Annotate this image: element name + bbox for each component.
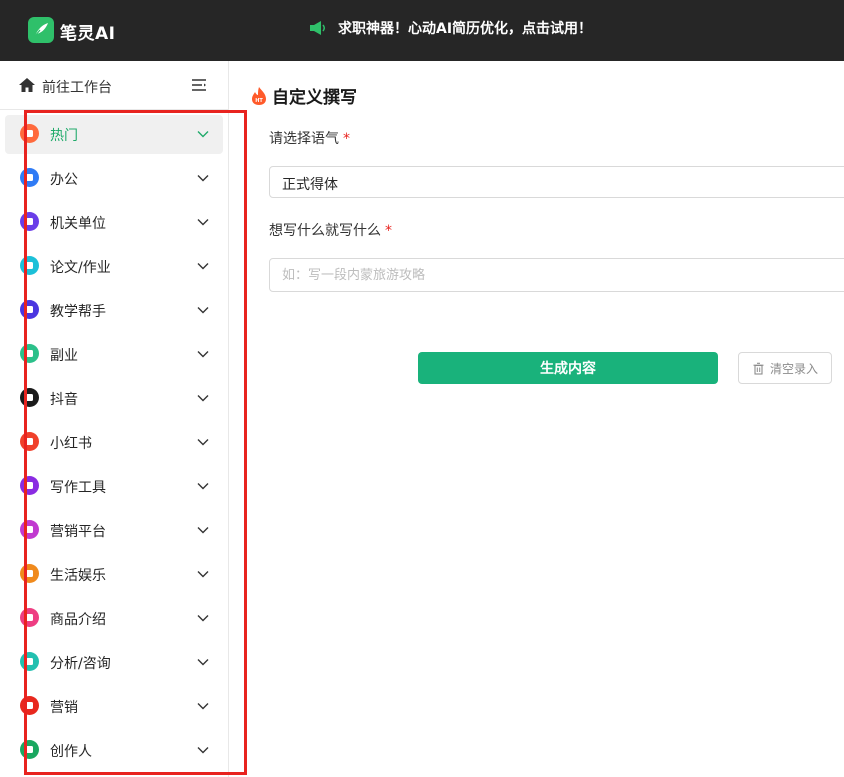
- sidebar-item-label: 营销平台: [50, 524, 106, 540]
- brand-name[interactable]: 笔灵AI: [60, 19, 115, 44]
- sidebar-item-label: 办公: [50, 172, 78, 188]
- sidebar-item-label: 写作工具: [50, 480, 106, 496]
- sidebar-item-label: 教学帮手: [50, 304, 106, 320]
- marketing-platform-icon: [20, 520, 39, 539]
- chevron-down-icon[interactable]: [196, 479, 210, 493]
- chevron-down-icon[interactable]: [196, 699, 210, 713]
- teaching-icon: [20, 300, 39, 319]
- product-icon: [20, 608, 39, 627]
- sidebar-item-label: 机关单位: [50, 216, 106, 232]
- sidebar-item-label: 商品介绍: [50, 612, 106, 628]
- page-header: HT 自定义撰写: [250, 83, 357, 108]
- page-title: 自定义撰写: [272, 88, 357, 108]
- chevron-down-icon[interactable]: [196, 655, 210, 669]
- home-icon: [19, 78, 35, 92]
- sidebar-item-product[interactable]: 商品介绍: [0, 595, 228, 639]
- office-icon: [20, 168, 39, 187]
- collapse-menu-icon[interactable]: [189, 75, 209, 95]
- hot-icon: [20, 124, 39, 143]
- sidebar-item-creator[interactable]: 创作人: [0, 727, 228, 771]
- trash-icon: [753, 362, 764, 375]
- paper-icon: [20, 256, 39, 275]
- sidebar-item-marketing-platform[interactable]: 营销平台: [0, 507, 228, 551]
- chevron-down-icon[interactable]: [196, 523, 210, 537]
- sidebar-item-office[interactable]: 办公: [0, 155, 228, 199]
- clear-input-label: 清空录入: [769, 361, 818, 376]
- sidebar-item-label: 营销: [50, 700, 78, 716]
- clear-input-button[interactable]: 清空录入: [738, 352, 832, 384]
- sidebar-item-label: 热门: [50, 128, 78, 144]
- top-bar: 笔灵AI 求职神器！心动AI简历优化，点击试用！: [0, 0, 844, 61]
- chevron-down-icon[interactable]: [196, 171, 210, 185]
- sidebar-item-xiaohongshu[interactable]: 小红书: [0, 419, 228, 463]
- xiaohongshu-icon: [20, 432, 39, 451]
- writing-tool-icon: [20, 476, 39, 495]
- douyin-icon: [20, 388, 39, 407]
- sidebar-item-teaching[interactable]: 教学帮手: [0, 287, 228, 331]
- tone-select-value: 正式得体: [282, 177, 338, 193]
- sidebar-item-label: 创作人: [50, 744, 92, 760]
- content-label-text: 想写什么就写什么: [269, 223, 381, 239]
- chevron-down-icon[interactable]: [196, 567, 210, 581]
- marketing-icon: [20, 696, 39, 715]
- sidebar-item-writing-tool[interactable]: 写作工具: [0, 463, 228, 507]
- sidebar-item-institution[interactable]: 机关单位: [0, 199, 228, 243]
- creator-icon: [20, 740, 39, 759]
- workbench-link[interactable]: 前往工作台: [0, 61, 228, 110]
- chevron-down-icon[interactable]: [196, 611, 210, 625]
- required-mark: *: [385, 223, 392, 239]
- chevron-down-icon[interactable]: [196, 127, 210, 141]
- sidebar-item-sideline[interactable]: 副业: [0, 331, 228, 375]
- sidebar-item-life[interactable]: 生活娱乐: [0, 551, 228, 595]
- announcement-text[interactable]: 求职神器！心动AI简历优化，点击试用！: [338, 18, 592, 38]
- generate-button[interactable]: 生成内容: [418, 352, 718, 384]
- sidebar-item-marketing[interactable]: 营销: [0, 683, 228, 727]
- required-mark: *: [343, 131, 350, 147]
- sidebar-item-douyin[interactable]: 抖音: [0, 375, 228, 419]
- sidebar-item-paper[interactable]: 论文/作业: [0, 243, 228, 287]
- life-icon: [20, 564, 39, 583]
- sidebar-item-label: 小红书: [50, 436, 92, 452]
- sidebar-item-analysis[interactable]: 分析/咨询: [0, 639, 228, 683]
- sidebar-item-label: 副业: [50, 348, 78, 364]
- chevron-down-icon[interactable]: [196, 391, 210, 405]
- tone-select[interactable]: 正式得体: [269, 166, 844, 198]
- workbench-label: 前往工作台: [42, 80, 112, 96]
- sidebar: 前往工作台 热门办公机关单位论文/作业教学帮手副业抖音小红书写作工具营销平台生活…: [0, 61, 229, 777]
- sidebar-item-label: 论文/作业: [50, 260, 111, 276]
- chevron-down-icon[interactable]: [196, 303, 210, 317]
- chevron-down-icon[interactable]: [196, 259, 210, 273]
- category-menu: 热门办公机关单位论文/作业教学帮手副业抖音小红书写作工具营销平台生活娱乐商品介绍…: [0, 111, 228, 771]
- svg-text:HT: HT: [255, 98, 263, 104]
- analysis-icon: [20, 652, 39, 671]
- content-input[interactable]: [269, 258, 844, 292]
- chevron-down-icon[interactable]: [196, 743, 210, 757]
- main-content: HT 自定义撰写 请选择语气* 正式得体 想写什么就写什么* 生成内容 清空录入: [229, 61, 844, 777]
- sideline-icon: [20, 344, 39, 363]
- chevron-down-icon[interactable]: [196, 435, 210, 449]
- sidebar-item-label: 生活娱乐: [50, 568, 106, 584]
- chevron-down-icon[interactable]: [196, 347, 210, 361]
- megaphone-icon: [308, 18, 328, 38]
- fire-icon: HT: [252, 86, 266, 105]
- chevron-down-icon[interactable]: [196, 215, 210, 229]
- institution-icon: [20, 212, 39, 231]
- sidebar-item-hot[interactable]: 热门: [0, 111, 228, 155]
- tone-label: 请选择语气 *: [269, 128, 350, 148]
- announcement-banner[interactable]: 求职神器！心动AI简历优化，点击试用！: [308, 18, 592, 38]
- content-label: 想写什么就写什么 *: [269, 220, 392, 240]
- sidebar-item-label: 抖音: [50, 392, 78, 408]
- sidebar-item-label: 分析/咨询: [50, 656, 111, 672]
- tone-label-text: 请选择语气: [269, 131, 339, 147]
- brand-logo-icon[interactable]: [28, 17, 54, 43]
